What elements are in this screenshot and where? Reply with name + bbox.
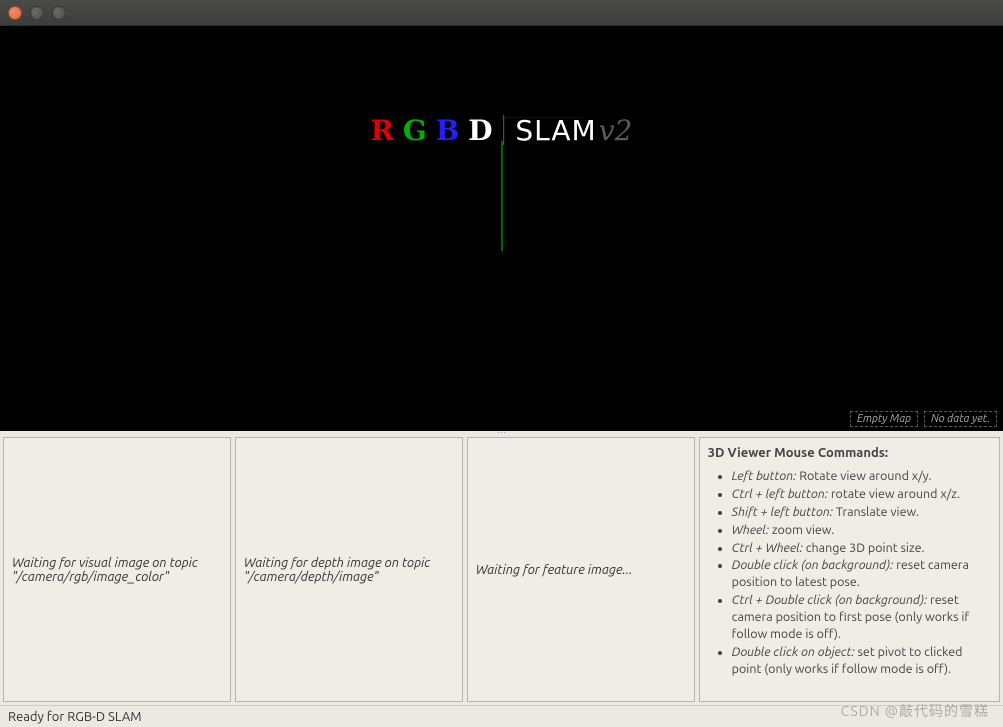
rgb-wait-text: Waiting for visual image on topic	[12, 556, 222, 570]
help-description: change 3D point size.	[803, 541, 925, 555]
help-item: Shift + left button: Translate view.	[732, 504, 991, 521]
viewer-overlay: Empty Map No data yet.	[850, 411, 997, 427]
help-item: Left button: Rotate view around x/y.	[732, 468, 991, 485]
logo-slam: SLAM	[515, 114, 596, 147]
rgb-image-panel: Waiting for visual image on topic "/came…	[3, 437, 231, 702]
logo-version: v2	[599, 114, 633, 147]
overlay-map-status: Empty Map	[850, 411, 918, 427]
logo-letter-d: D	[468, 114, 492, 147]
logo-separator	[503, 115, 504, 145]
depth-wait-text: Waiting for depth image on topic	[244, 556, 454, 570]
3d-viewer[interactable]: R G B D SLAMv2 Empty Map No data yet.	[0, 26, 1003, 431]
help-item: Double click on object: set pivot to cli…	[732, 644, 991, 678]
help-description: zoom view.	[769, 523, 834, 537]
logo-letter-g: G	[403, 114, 427, 147]
help-item: Ctrl + left button: rotate view around x…	[732, 486, 991, 503]
help-command: Ctrl + Double click (on background):	[732, 593, 927, 607]
help-command: Ctrl + Wheel:	[732, 541, 803, 555]
depth-topic-text: "/camera/depth/image"	[244, 570, 454, 584]
help-command: Left button:	[732, 469, 797, 483]
rgb-topic-text: "/camera/rgb/image_color"	[12, 570, 222, 584]
bottom-panels: Waiting for visual image on topic "/came…	[0, 434, 1003, 705]
help-item: Wheel: zoom view.	[732, 522, 991, 539]
axis-y-line	[501, 141, 503, 251]
feature-image-panel: Waiting for feature image...	[467, 437, 695, 702]
help-item: Ctrl + Wheel: change 3D point size.	[732, 540, 991, 557]
logo-letter-b: B	[436, 114, 460, 147]
status-text: Ready for RGB-D SLAM	[8, 710, 142, 724]
help-command: Wheel:	[732, 523, 769, 537]
overlay-data-status: No data yet.	[924, 411, 997, 427]
help-title: 3D Viewer Mouse Commands:	[708, 446, 991, 460]
help-item: Double click (on background): reset came…	[732, 557, 991, 591]
help-command: Double click (on background):	[732, 558, 894, 572]
app-logo: R G B D SLAMv2	[371, 114, 633, 148]
close-icon[interactable]	[8, 6, 22, 20]
help-description: rotate view around x/z.	[828, 487, 960, 501]
titlebar	[0, 0, 1003, 26]
help-list: Left button: Rotate view around x/y.Ctrl…	[708, 468, 991, 679]
logo-letter-r: R	[371, 114, 394, 147]
help-description: Translate view.	[833, 505, 919, 519]
depth-image-panel: Waiting for depth image on topic "/camer…	[235, 437, 463, 702]
help-command: Double click on object:	[732, 645, 855, 659]
status-bar: Ready for RGB-D SLAM	[0, 705, 1003, 727]
maximize-icon[interactable]	[52, 6, 66, 20]
minimize-icon[interactable]	[30, 6, 44, 20]
feature-wait-text: Waiting for feature image...	[476, 563, 686, 577]
help-command: Shift + left button:	[732, 505, 833, 519]
help-command: Ctrl + left button:	[732, 487, 828, 501]
help-panel: 3D Viewer Mouse Commands: Left button: R…	[699, 437, 1000, 702]
help-item: Ctrl + Double click (on background): res…	[732, 592, 991, 643]
help-description: Rotate view around x/y.	[796, 469, 931, 483]
